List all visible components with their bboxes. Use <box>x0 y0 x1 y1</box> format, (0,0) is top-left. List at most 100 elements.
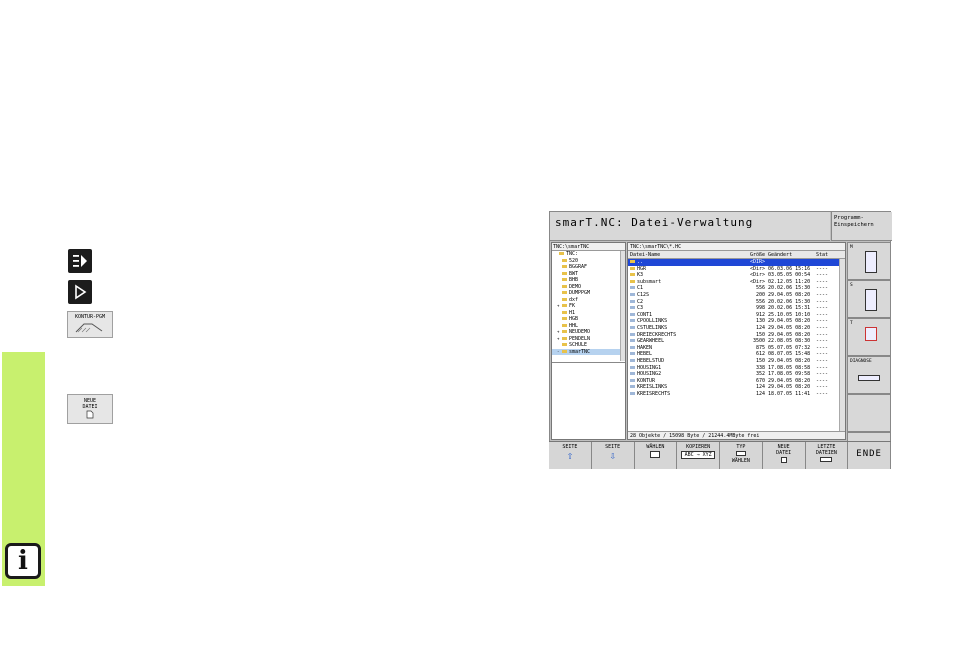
folder-icon <box>562 349 567 353</box>
file-row[interactable]: K3 <Dir> 03.05.05 00:54 ---- <box>628 272 845 279</box>
file-row[interactable]: HEBELSTUD 150 29.04.05 08:20 ---- <box>628 358 845 365</box>
file-row[interactable]: KONTUR 670 29.04.05 08:20 ---- <box>628 378 845 385</box>
tree-item-label: HHL <box>569 322 579 329</box>
file-status: ---- <box>816 318 832 325</box>
arrow-up-icon: ⇧ <box>566 449 574 462</box>
file-date-text: 18.07.05 11:41 <box>768 390 811 397</box>
side-button-m[interactable]: M <box>847 242 891 280</box>
tree-item-label: H1 <box>569 309 576 316</box>
softkey-copy[interactable]: KOPIEREN ABC → XYZ <box>677 442 720 469</box>
file-name: C2 <box>628 299 746 306</box>
file-name-text: GEARWHEEL <box>637 338 665 345</box>
file-date: 22.08.05 08:30 <box>766 338 816 345</box>
column-size[interactable]: Größe <box>746 251 766 258</box>
file-name-text: HGR <box>637 265 647 272</box>
program-run-icon <box>68 280 92 304</box>
file-status-text: ---- <box>816 331 829 338</box>
file-date: 29.04.05 08:20 <box>766 318 816 325</box>
file-date: 25.10.05 10:10 <box>766 312 816 319</box>
tree-item-label: SCHULE <box>569 342 588 348</box>
folder-icon <box>630 266 635 270</box>
file-date: 20.02.06 15:31 <box>766 305 816 312</box>
folder-icon <box>559 252 564 255</box>
tree-scrollbar[interactable] <box>620 251 625 361</box>
column-name[interactable]: Datei-Name <box>628 251 746 258</box>
file-status-text: ---- <box>816 311 829 318</box>
spindle-icon <box>865 251 877 273</box>
file-row[interactable]: C2 556 20.02.06 15:30 ---- <box>628 299 845 306</box>
file-name-text: C1 <box>637 285 644 292</box>
tree-item-label: TNC: <box>566 251 579 257</box>
select-icon <box>650 451 661 458</box>
file-status: ---- <box>816 365 832 372</box>
file-row[interactable]: CSTUELINKS 124 29.04.05 08:20 ---- <box>628 325 845 332</box>
file-scrollbar[interactable] <box>839 259 845 431</box>
softkey-page-up[interactable]: SEITE ⇧ <box>549 442 592 469</box>
file-date: 02.12.05 11:20 <box>766 279 816 286</box>
file-size-text: 612 <box>755 351 765 358</box>
file-row[interactable]: .. <DIR> <box>628 259 845 266</box>
folder-icon <box>562 317 567 320</box>
file-size-text: 124 <box>755 324 765 331</box>
file-row[interactable]: DREIECKRECHTS 150 29.04.05 08:20 ---- <box>628 332 845 339</box>
column-status[interactable]: Stat <box>816 251 832 258</box>
file-name-text: K3 <box>637 272 644 279</box>
file-size: 352 <box>746 371 766 378</box>
new-file-icon <box>780 457 787 463</box>
softkey-last-files[interactable]: LETZTE DATEIEN <box>805 442 849 469</box>
file-date: 18.07.05 11:41 <box>766 391 816 398</box>
file-date <box>766 259 816 266</box>
file-row[interactable]: CONT1 912 25.10.05 10:10 ---- <box>628 312 845 319</box>
file-row[interactable]: C1 556 20.02.06 15:30 ---- <box>628 285 845 292</box>
file-size-text: 556 <box>755 298 765 305</box>
file-name-text: subsmart <box>637 278 662 285</box>
file-size-text: 352 <box>755 371 765 378</box>
file-icon <box>630 378 635 382</box>
file-status: ---- <box>816 266 832 273</box>
file-status: ---- <box>816 272 832 279</box>
softkey-type-select[interactable]: TYP WÄHLEN <box>720 442 763 469</box>
file-row[interactable]: KREISLINKS 124 29.04.05 08:20 ---- <box>628 384 845 391</box>
softkey-page-down[interactable]: SEITE ⇩ <box>591 442 635 469</box>
file-row[interactable]: HOUSING1 338 17.08.05 08:58 ---- <box>628 365 845 372</box>
file-size: 556 <box>746 285 766 292</box>
file-icon <box>630 352 635 356</box>
side-button-t[interactable]: T <box>847 318 891 356</box>
file-name: HGR <box>628 266 746 273</box>
side-button-diagnose[interactable]: DIAGNOSE <box>847 356 891 394</box>
folder-icon <box>562 258 567 262</box>
folder-icon <box>562 291 567 294</box>
file-row[interactable]: KREISRECHTS 124 18.07.05 11:41 ---- <box>628 391 845 398</box>
softkey-end[interactable]: ENDE <box>848 442 891 469</box>
file-name: subsmart <box>628 279 746 286</box>
file-row[interactable]: GEARWHEEL 3500 22.08.05 08:30 ---- <box>628 338 845 345</box>
side-button-s[interactable]: S <box>847 280 891 318</box>
file-row[interactable]: C3 998 20.02.06 15:31 ---- <box>628 305 845 312</box>
file-size: 200 <box>746 292 766 299</box>
folder-icon <box>562 330 567 333</box>
file-list[interactable]: TNC:\smarTNC\*.HC Datei-Name Größe Geänd… <box>627 242 846 440</box>
file-row[interactable]: subsmart <Dir> 02.12.05 11:20 ---- <box>628 279 845 286</box>
file-icon <box>630 286 635 290</box>
file-name: .. <box>628 259 746 266</box>
softkey-select[interactable]: WÄHLEN <box>634 442 678 469</box>
column-date[interactable]: Geändert <box>766 251 816 258</box>
directory-tree[interactable]: TNC:\smarTNC TNC: 520 BGGRAF BWT BHB DEMO DUMP… <box>551 242 626 440</box>
file-row[interactable]: HGR <Dir> 06.03.06 15:16 ---- <box>628 266 845 273</box>
file-date: 29.04.05 08:20 <box>766 358 816 365</box>
file-row[interactable]: C12S 200 29.04.05 08:20 ---- <box>628 292 845 299</box>
file-row[interactable]: HAKEN 875 05.07.05 07:32 ---- <box>628 345 845 352</box>
softkey-new-file[interactable]: NEUE DATEI <box>762 442 806 469</box>
file-date: 29.04.05 08:20 <box>766 384 816 391</box>
file-row[interactable]: HOUSING2 352 17.08.05 09:58 ---- <box>628 371 845 378</box>
file-date-text: 20.02.06 15:30 <box>768 298 811 305</box>
file-date: 03.05.05 00:54 <box>766 272 816 279</box>
file-row[interactable]: CPOOLLINKS 130 29.04.05 08:20 ---- <box>628 318 845 325</box>
file-row[interactable]: HEBEL 612 08.07.05 15:48 ---- <box>628 351 845 358</box>
tree-item[interactable]: - smarTNC <box>552 348 625 355</box>
file-status: ---- <box>816 305 832 312</box>
file-name: C12S <box>628 292 746 299</box>
softkey-bar: SEITE ⇧ SEITE ⇩ WÄHLEN KOPIEREN ABC → XYZ T… <box>549 441 891 469</box>
file-status-text: ---- <box>816 318 829 325</box>
side-button-empty-1[interactable] <box>847 394 891 432</box>
